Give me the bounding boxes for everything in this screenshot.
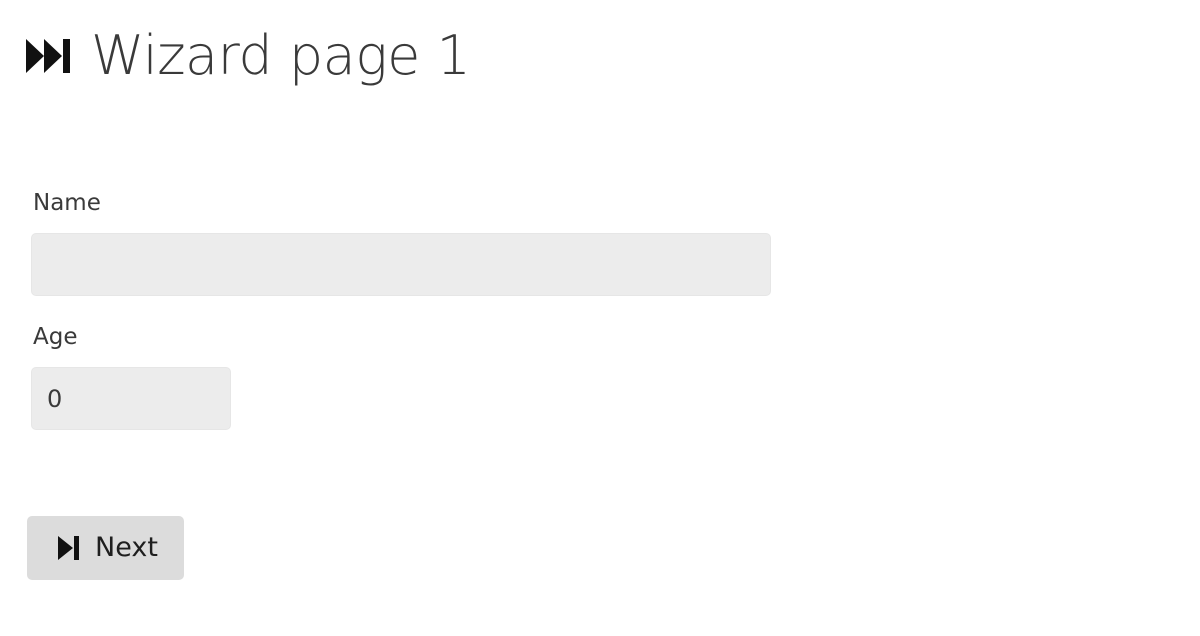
page-header: Wizard page 1 bbox=[26, 24, 471, 88]
age-label: Age bbox=[33, 324, 78, 350]
next-button[interactable]: Next bbox=[27, 516, 184, 580]
name-input[interactable] bbox=[31, 233, 771, 296]
skip-next-icon bbox=[58, 536, 79, 560]
name-label: Name bbox=[33, 190, 101, 216]
next-button-label: Next bbox=[95, 532, 158, 563]
fast-forward-to-end-icon bbox=[26, 39, 70, 73]
page-title: Wizard page 1 bbox=[91, 24, 471, 87]
age-input[interactable] bbox=[31, 367, 231, 430]
